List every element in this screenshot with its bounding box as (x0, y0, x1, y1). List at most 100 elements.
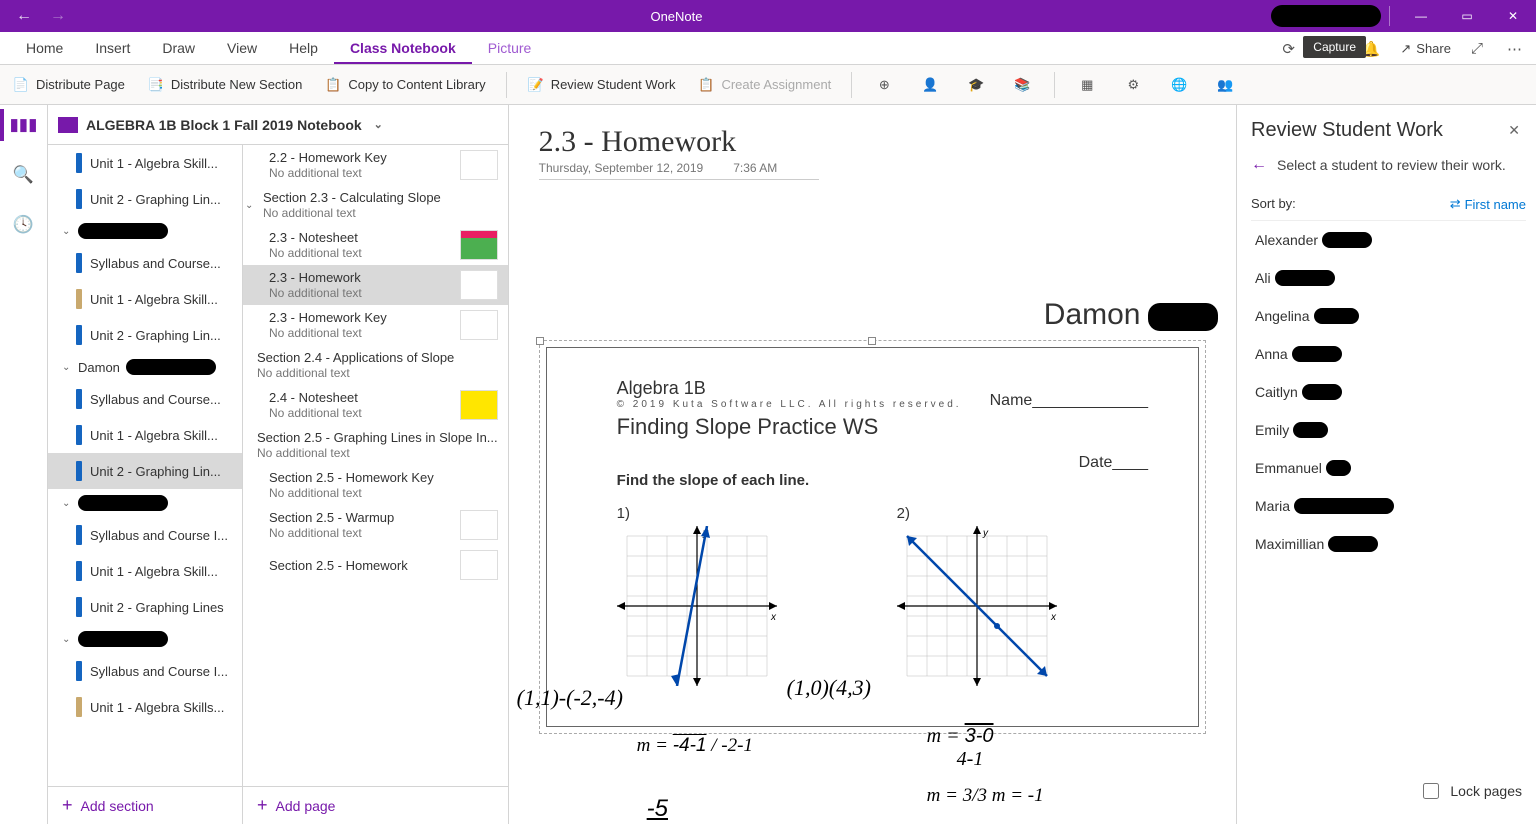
minimize-button[interactable]: — (1398, 0, 1444, 32)
chevron-down-icon: ⌄ (62, 226, 72, 237)
redacted-last-name (1294, 498, 1394, 514)
separator (506, 72, 507, 98)
student-item[interactable]: Alexander (1251, 221, 1526, 259)
books-icon[interactable]: 📚 (1008, 71, 1036, 99)
notebooks-icon[interactable]: ▮▮▮ (8, 109, 40, 141)
recent-icon[interactable]: 🕓 (8, 209, 40, 241)
globe-icon[interactable]: 🌐 (1165, 71, 1193, 99)
review-work-button[interactable]: 📝 Review Student Work (525, 72, 678, 98)
share-icon: ↗ (1400, 41, 1411, 57)
page-thumbnail (460, 550, 498, 580)
swap-icon: ⇄ (1450, 196, 1461, 212)
section-item[interactable]: Unit 2 - Graphing Lin... (48, 453, 242, 489)
fullscreen-icon[interactable]: ⤢ (1467, 36, 1487, 61)
svg-text:x: x (770, 612, 777, 623)
distribute-section-button[interactable]: 📑 Distribute New Section (145, 72, 305, 98)
student-item[interactable]: Ali (1251, 259, 1526, 297)
page-item[interactable]: 2.3 - HomeworkNo additional text (243, 265, 508, 305)
group-label: Damon (78, 360, 120, 375)
page-canvas[interactable]: 2.3 - Homework Thursday, September 12, 2… (509, 105, 1236, 824)
student-first-name: Emily (1255, 422, 1289, 438)
section-group[interactable]: ⌄ (48, 217, 242, 245)
cmd-label: Review Student Work (551, 77, 676, 92)
section-item[interactable]: Unit 2 - Graphing Lin... (48, 317, 242, 353)
app-title: OneNote (82, 9, 1271, 24)
add-page-icon[interactable]: ⊕ (870, 71, 898, 99)
more-icon[interactable]: ⋯ (1503, 36, 1526, 62)
section-group[interactable]: ⌄ (48, 489, 242, 517)
lock-pages-checkbox[interactable] (1423, 783, 1439, 799)
person-icon[interactable]: 👤 (916, 71, 944, 99)
add-page-button[interactable]: + Add page (243, 786, 508, 824)
section-label: Unit 2 - Graphing Lines (90, 600, 224, 615)
section-item[interactable]: Unit 2 - Graphing Lines (48, 589, 242, 625)
section-item[interactable]: Unit 1 - Algebra Skill... (48, 281, 242, 317)
notebook-picker[interactable]: ALGEBRA 1B Block 1 Fall 2019 Notebook ⌄ (48, 105, 508, 145)
copy-library-button[interactable]: 📋 Copy to Content Library (322, 72, 487, 98)
settings-icon[interactable]: ⚙ (1119, 71, 1147, 99)
section-item[interactable]: Syllabus and Course... (48, 381, 242, 417)
page-item[interactable]: Section 2.5 - Homework KeyNo additional … (243, 465, 508, 505)
section-item[interactable]: Unit 1 - Algebra Skill... (48, 553, 242, 589)
search-icon[interactable]: 🔍 (8, 159, 40, 191)
page-item[interactable]: ⌄Section 2.3 - Calculating SlopeNo addit… (243, 185, 508, 225)
page-item-title: 2.4 - Notesheet (269, 390, 452, 405)
tab-picture[interactable]: Picture (472, 32, 548, 64)
sort-value: First name (1465, 197, 1526, 212)
student-item[interactable]: Anna (1251, 335, 1526, 373)
section-label: Syllabus and Course I... (90, 664, 228, 679)
student-item[interactable]: Maximillian (1251, 525, 1526, 563)
page-item[interactable]: 2.3 - Homework KeyNo additional text (243, 305, 508, 345)
close-button[interactable]: ✕ (1490, 0, 1536, 32)
page-time: 7:36 AM (733, 161, 777, 175)
worksheet-image-frame[interactable]: Damon Algebra 1B © 2019 Kuta Software LL… (539, 340, 1206, 734)
student-first-name: Caitlyn (1255, 384, 1298, 400)
distribute-page-button[interactable]: 📄 Distribute Page (10, 72, 127, 98)
nav-forward-button[interactable]: → (44, 2, 72, 30)
tab-help[interactable]: Help (273, 32, 334, 64)
maximize-button[interactable]: ▭ (1444, 0, 1490, 32)
graduation-icon[interactable]: 🎓 (962, 71, 990, 99)
student-item[interactable]: Emmanuel (1251, 449, 1526, 487)
sort-toggle[interactable]: ⇄ First name (1450, 196, 1526, 212)
page-item[interactable]: 2.4 - NotesheetNo additional text (243, 385, 508, 425)
ws-course: Algebra 1B (617, 378, 962, 399)
section-group[interactable]: ⌄Damon (48, 353, 242, 381)
page-item[interactable]: Section 2.4 - Applications of SlopeNo ad… (243, 345, 508, 385)
section-item[interactable]: Syllabus and Course I... (48, 653, 242, 689)
page-item[interactable]: Section 2.5 - Graphing Lines in Slope In… (243, 425, 508, 465)
back-arrow-icon[interactable]: ← (1251, 156, 1267, 174)
section-item[interactable]: Unit 1 - Algebra Skill... (48, 145, 242, 181)
student-item[interactable]: Emily (1251, 411, 1526, 449)
page-item[interactable]: 2.2 - Homework KeyNo additional text (243, 145, 508, 185)
resize-handle[interactable] (536, 337, 544, 345)
page-item[interactable]: Section 2.5 - WarmupNo additional text (243, 505, 508, 545)
section-label: Syllabus and Course... (90, 256, 221, 271)
student-item[interactable]: Maria (1251, 487, 1526, 525)
section-item[interactable]: Unit 2 - Graphing Lin... (48, 181, 242, 217)
close-panel-button[interactable]: ✕ (1502, 121, 1526, 140)
page-item[interactable]: 2.3 - NotesheetNo additional text (243, 225, 508, 265)
tab-draw[interactable]: Draw (146, 32, 211, 64)
nav-back-button[interactable]: ← (10, 2, 38, 30)
page-item-title: Section 2.5 - Warmup (269, 510, 452, 525)
section-item[interactable]: Unit 1 - Algebra Skill... (48, 417, 242, 453)
section-group[interactable]: ⌄ (48, 625, 242, 653)
share-button[interactable]: ↗ Share (1400, 41, 1451, 57)
section-item[interactable]: Syllabus and Course... (48, 245, 242, 281)
tab-insert[interactable]: Insert (79, 32, 146, 64)
manage-icon[interactable]: ▦ (1073, 71, 1101, 99)
page-item[interactable]: Section 2.5 - Homework (243, 545, 508, 585)
tab-class-notebook[interactable]: Class Notebook (334, 32, 472, 64)
page-title[interactable]: 2.3 - Homework (539, 125, 1206, 159)
tab-view[interactable]: View (211, 32, 273, 64)
section-item[interactable]: Syllabus and Course I... (48, 517, 242, 553)
tab-home[interactable]: Home (10, 32, 79, 64)
student-item[interactable]: Angelina (1251, 297, 1526, 335)
student-item[interactable]: Caitlyn (1251, 373, 1526, 411)
add-section-button[interactable]: + Add section (48, 786, 242, 824)
sync-icon[interactable]: ⟳ (1278, 36, 1299, 62)
resize-handle[interactable] (868, 337, 876, 345)
section-item[interactable]: Unit 1 - Algebra Skills... (48, 689, 242, 725)
people-icon[interactable]: 👥 (1211, 71, 1239, 99)
